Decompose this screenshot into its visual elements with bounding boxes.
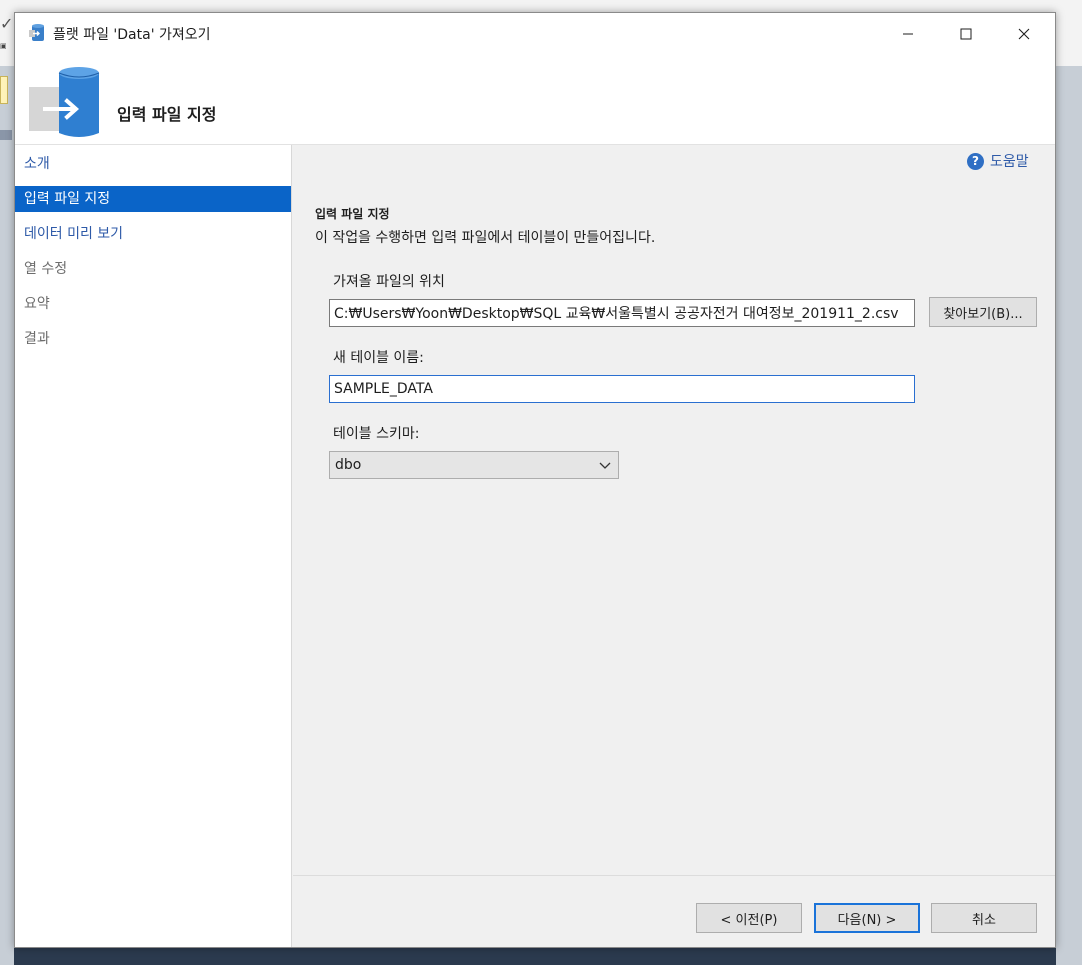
cancel-button[interactable]: 취소 <box>931 903 1037 933</box>
section-description: 이 작업을 수행하면 입력 파일에서 테이블이 만들어집니다. <box>315 230 656 246</box>
file-location-input[interactable] <box>329 299 915 327</box>
table-schema-value: dbo <box>335 457 362 473</box>
maximize-button[interactable] <box>937 13 995 55</box>
nav-item-summary: 요약 <box>24 296 50 312</box>
table-name-label: 새 테이블 이름: <box>333 350 424 366</box>
section-title: 입력 파일 지정 <box>315 207 390 221</box>
wizard-header: 입력 파일 지정 <box>15 55 1055 145</box>
close-icon <box>1018 28 1030 40</box>
database-import-icon <box>29 67 100 137</box>
file-location-label: 가져올 파일의 위치 <box>333 274 445 290</box>
background-band <box>0 130 12 140</box>
chevron-down-icon <box>599 462 611 469</box>
background-app-left <box>0 66 14 965</box>
next-button[interactable]: 다음(N) > <box>814 903 920 933</box>
background-tool-icon: ✓ <box>0 14 14 33</box>
help-link[interactable]: ? 도움말 <box>967 151 1029 171</box>
table-name-input[interactable] <box>329 375 915 403</box>
maximize-icon <box>960 28 972 40</box>
page-title: 입력 파일 지정 <box>117 105 217 124</box>
table-schema-select[interactable]: dbo <box>329 451 619 479</box>
nav-item-intro[interactable]: 소개 <box>15 151 291 177</box>
minimize-icon <box>903 33 913 35</box>
nav-item-results: 결과 <box>24 331 50 347</box>
window-title: 플랫 파일 'Data' 가져오기 <box>53 27 211 43</box>
title-bar: 플랫 파일 'Data' 가져오기 <box>15 13 1055 55</box>
nav-item-modify-columns: 열 수정 <box>24 261 68 277</box>
browse-button[interactable]: 찾아보기(B)... <box>929 297 1037 327</box>
close-button[interactable] <box>995 13 1053 55</box>
help-label: 도움말 <box>990 154 1029 170</box>
wizard-footer: < 이전(P) 다음(N) > 취소 <box>293 875 1055 947</box>
background-mdx-icon: ▣ <box>0 42 7 50</box>
nav-item-preview-data[interactable]: 데이터 미리 보기 <box>15 221 291 247</box>
database-import-icon <box>29 24 44 41</box>
import-flat-file-dialog: 플랫 파일 'Data' 가져오기 입력 파일 지정 소개 입력 파일 지정 데… <box>14 12 1056 948</box>
nav-item-specify-input-file[interactable]: 입력 파일 지정 <box>15 186 291 212</box>
wizard-content: ? 도움말 입력 파일 지정 이 작업을 수행하면 입력 파일에서 테이블이 만… <box>293 145 1055 875</box>
minimize-button[interactable] <box>879 13 937 55</box>
previous-button[interactable]: < 이전(P) <box>696 903 802 933</box>
help-icon: ? <box>967 152 984 170</box>
background-tab-marker <box>0 76 8 104</box>
wizard-navigation: 소개 입력 파일 지정 데이터 미리 보기 열 수정 요약 결과 <box>15 145 292 947</box>
background-app-right <box>1056 66 1082 965</box>
table-schema-label: 테이블 스키마: <box>333 426 420 442</box>
